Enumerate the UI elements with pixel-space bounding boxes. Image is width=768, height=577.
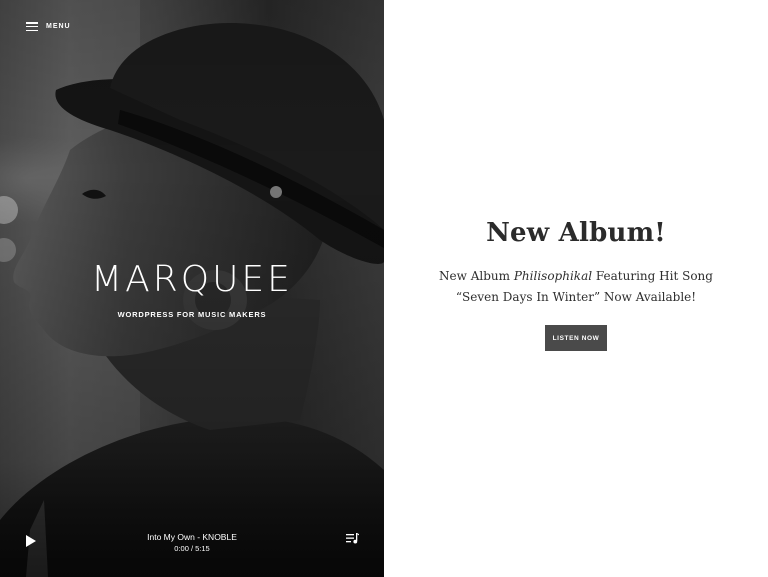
site-title: MARQUEE: [91, 259, 293, 300]
promo-desc-prefix: New Album: [439, 269, 514, 283]
hero-panel: MENU MARQUEE WORDPRESS FOR MUSIC MAKERS …: [0, 0, 384, 577]
menu-button[interactable]: MENU: [26, 22, 71, 31]
audio-player: Into My Own - KNOBLE 0:00 / 5:15: [0, 532, 384, 577]
promo-description: New Album Philisophikal Featuring Hit So…: [416, 266, 736, 308]
promo-panel: New Album! New Album Philisophikal Featu…: [384, 0, 768, 577]
promo-title: New Album!: [486, 218, 666, 248]
album-name: Philisophikal: [513, 269, 593, 283]
site-tagline: WORDPRESS FOR MUSIC MAKERS: [117, 310, 267, 319]
brand: MARQUEE WORDPRESS FOR MUSIC MAKERS: [0, 258, 384, 319]
hamburger-icon: [26, 22, 38, 31]
track-info: Into My Own - KNOBLE 0:00 / 5:15: [0, 531, 384, 555]
playlist-icon[interactable]: [346, 533, 359, 544]
track-time: 0:00 / 5:15: [174, 544, 210, 553]
listen-now-button[interactable]: LISTEN NOW: [545, 325, 607, 351]
menu-label: MENU: [46, 23, 71, 30]
track-title: Into My Own - KNOBLE: [147, 532, 237, 542]
